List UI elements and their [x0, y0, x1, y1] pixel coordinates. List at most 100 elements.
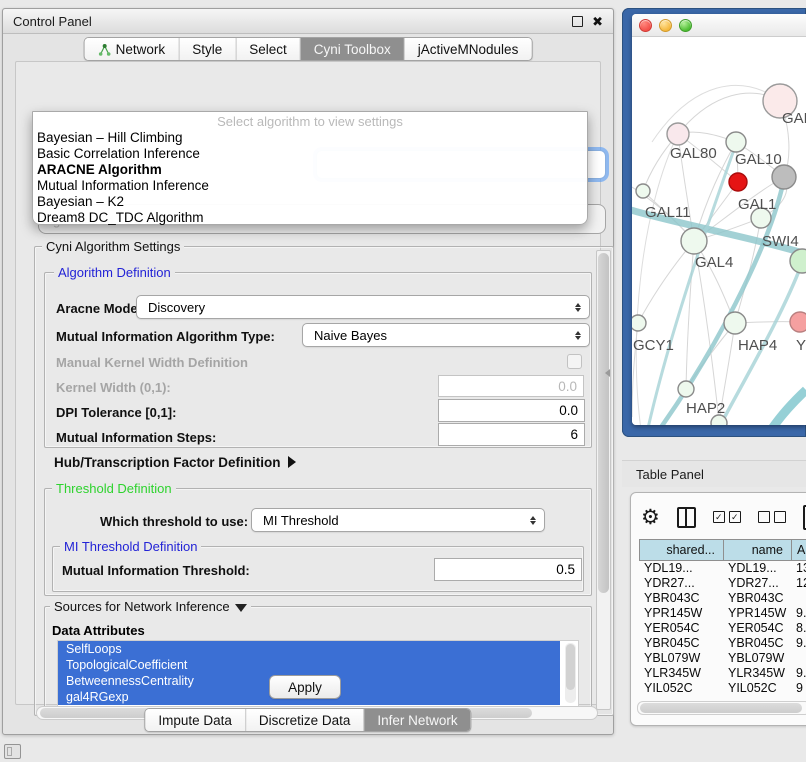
- algorithm-option[interactable]: Bayesian – Hill Climbing: [33, 130, 587, 146]
- tab-label: Discretize Data: [259, 713, 351, 728]
- network-node[interactable]: [790, 312, 806, 332]
- mi-threshold-definition-title: MI Threshold Definition: [60, 539, 201, 554]
- table-cell: YER054C: [723, 621, 791, 636]
- network-node[interactable]: [724, 312, 746, 334]
- table-row[interactable]: YBR045CYBR045C9.: [639, 636, 806, 651]
- tab-impute-data[interactable]: Impute Data: [145, 709, 246, 731]
- tab-network[interactable]: Network: [85, 38, 180, 60]
- tab-style[interactable]: Style: [179, 38, 236, 60]
- table-row[interactable]: YBL079WYBL079W: [639, 651, 806, 666]
- dpi-tolerance-value: 0.0: [559, 403, 584, 418]
- tab-infer-network[interactable]: Infer Network: [364, 709, 470, 731]
- algorithm-option[interactable]: Dream8 DC_TDC Algorithm: [33, 210, 587, 226]
- aracne-mode-combobox[interactable]: Discovery: [136, 295, 590, 319]
- control-panel-title: Control Panel: [3, 14, 92, 29]
- tab-label: Select: [249, 42, 287, 57]
- tab-label: Style: [192, 42, 222, 57]
- column-header[interactable]: A: [792, 540, 806, 560]
- combobox-arrows-icon: [525, 516, 544, 525]
- bottom-tab-bar: Impute Data Discretize Data Infer Network: [144, 708, 471, 732]
- tab-select[interactable]: Select: [236, 38, 301, 60]
- mi-type-combobox[interactable]: Naive Bayes: [302, 323, 590, 347]
- collapse-down-icon: [235, 604, 247, 612]
- node-label: GAL10: [735, 151, 782, 168]
- network-edge[interactable]: [766, 390, 806, 425]
- table-row[interactable]: YIL052CYIL052C9: [639, 681, 806, 696]
- attribute-list-item[interactable]: TopologicalCoefficient: [58, 657, 560, 673]
- network-edge[interactable]: [638, 241, 694, 323]
- attribute-list-item[interactable]: SelfLoops: [58, 641, 560, 657]
- table-row[interactable]: YDL19...YDL19...13: [639, 561, 806, 576]
- attributes-list-scrollbar[interactable]: [565, 643, 576, 703]
- algorithm-option[interactable]: Mutual Information Inference: [33, 178, 587, 194]
- table-cell: 8.: [791, 621, 806, 636]
- collapsed-panel-icon[interactable]: [4, 744, 21, 759]
- column-header[interactable]: name: [724, 540, 792, 560]
- settings-vertical-scrollbar[interactable]: [596, 250, 611, 710]
- table-horizontal-scrollbar[interactable]: [637, 701, 806, 715]
- zoom-window-icon[interactable]: [679, 19, 692, 32]
- node-label: GAL: [782, 110, 806, 127]
- tab-jactivemnodules[interactable]: jActiveMNodules: [405, 38, 532, 60]
- mi-threshold-field[interactable]: 0.5: [434, 558, 582, 581]
- table-row[interactable]: YLR345WYLR345W9.: [639, 666, 806, 681]
- table-cell: 9.: [791, 666, 806, 681]
- network-node[interactable]: [632, 315, 646, 331]
- network-node[interactable]: [772, 165, 796, 189]
- network-graph: GALGAL80GAL10GAL11GAL1SWI4GAL4GCY1HAP4YH…: [632, 37, 806, 425]
- sources-group-toggle[interactable]: Sources for Network Inference: [50, 599, 251, 614]
- deselect-all-checkboxes-icon[interactable]: [758, 511, 786, 523]
- column-header[interactable]: shared...: [640, 540, 724, 560]
- table-cell: YDL19...: [639, 561, 723, 576]
- float-window-icon[interactable]: [572, 16, 583, 27]
- threshold-definition-title: Threshold Definition: [52, 481, 176, 496]
- table-panel-title: Table Panel: [622, 467, 704, 482]
- tab-cyni-toolbox[interactable]: Cyni Toolbox: [301, 38, 405, 60]
- network-window-titlebar: [632, 14, 806, 37]
- network-node[interactable]: [729, 173, 747, 191]
- hub-definition-toggle[interactable]: Hub/Transcription Factor Definition: [54, 455, 296, 470]
- network-node[interactable]: [681, 228, 707, 254]
- which-threshold-value: MI Threshold: [252, 513, 525, 528]
- combobox-arrows-icon: [570, 331, 589, 340]
- table-cell: YDL19...: [723, 561, 791, 576]
- table-row[interactable]: YBR043CYBR043C: [639, 591, 806, 606]
- network-node[interactable]: [636, 184, 650, 198]
- aracne-mode-label: Aracne Mode:: [56, 301, 142, 316]
- table-row[interactable]: YPR145WYPR145W9.: [639, 606, 806, 621]
- network-node[interactable]: [667, 123, 689, 145]
- which-threshold-combobox[interactable]: MI Threshold: [251, 508, 545, 532]
- algorithm-option[interactable]: Bayesian – K2: [33, 194, 587, 210]
- tab-discretize-data[interactable]: Discretize Data: [246, 709, 365, 731]
- panel-splitter-arrow[interactable]: [605, 369, 610, 377]
- mi-steps-field[interactable]: 6: [438, 423, 585, 446]
- node-label: GAL80: [670, 145, 717, 162]
- network-node[interactable]: [678, 381, 694, 397]
- table-row[interactable]: YDR27...YDR27...12: [639, 576, 806, 591]
- algorithm-option[interactable]: Basic Correlation Inference: [33, 146, 587, 162]
- columns-icon[interactable]: [677, 507, 696, 528]
- network-edge[interactable]: [686, 241, 694, 389]
- mi-steps-value: 6: [570, 427, 584, 442]
- kernel-width-field[interactable]: 0.0: [438, 375, 584, 397]
- minimize-window-icon[interactable]: [659, 19, 672, 32]
- manual-kernel-checkbox[interactable]: [567, 354, 582, 369]
- algorithm-option[interactable]: ARACNE Algorithm: [33, 162, 587, 178]
- close-window-icon[interactable]: [639, 19, 652, 32]
- gear-icon[interactable]: ⚙: [641, 507, 660, 528]
- table-header-row: shared...nameA: [639, 539, 806, 561]
- select-all-checkboxes-icon[interactable]: ✓✓: [713, 511, 741, 523]
- network-edge[interactable]: [636, 134, 678, 425]
- table-row[interactable]: YER054CYER054C8.: [639, 621, 806, 636]
- network-node[interactable]: [726, 132, 746, 152]
- apply-button[interactable]: Apply: [269, 675, 341, 699]
- network-canvas[interactable]: GALGAL80GAL10GAL11GAL1SWI4GAL4GCY1HAP4YH…: [632, 37, 806, 425]
- dpi-tolerance-field[interactable]: 0.0: [438, 399, 585, 422]
- close-panel-icon[interactable]: ✖: [592, 15, 603, 28]
- node-label: GAL11: [645, 204, 691, 221]
- node-label: HAP2: [686, 400, 725, 417]
- data-attributes-label: Data Attributes: [52, 623, 145, 638]
- node-table: shared...nameA YDL19...YDL19...13YDR27..…: [639, 539, 806, 697]
- tab-label: Impute Data: [158, 713, 232, 728]
- node-label: GAL4: [695, 254, 733, 271]
